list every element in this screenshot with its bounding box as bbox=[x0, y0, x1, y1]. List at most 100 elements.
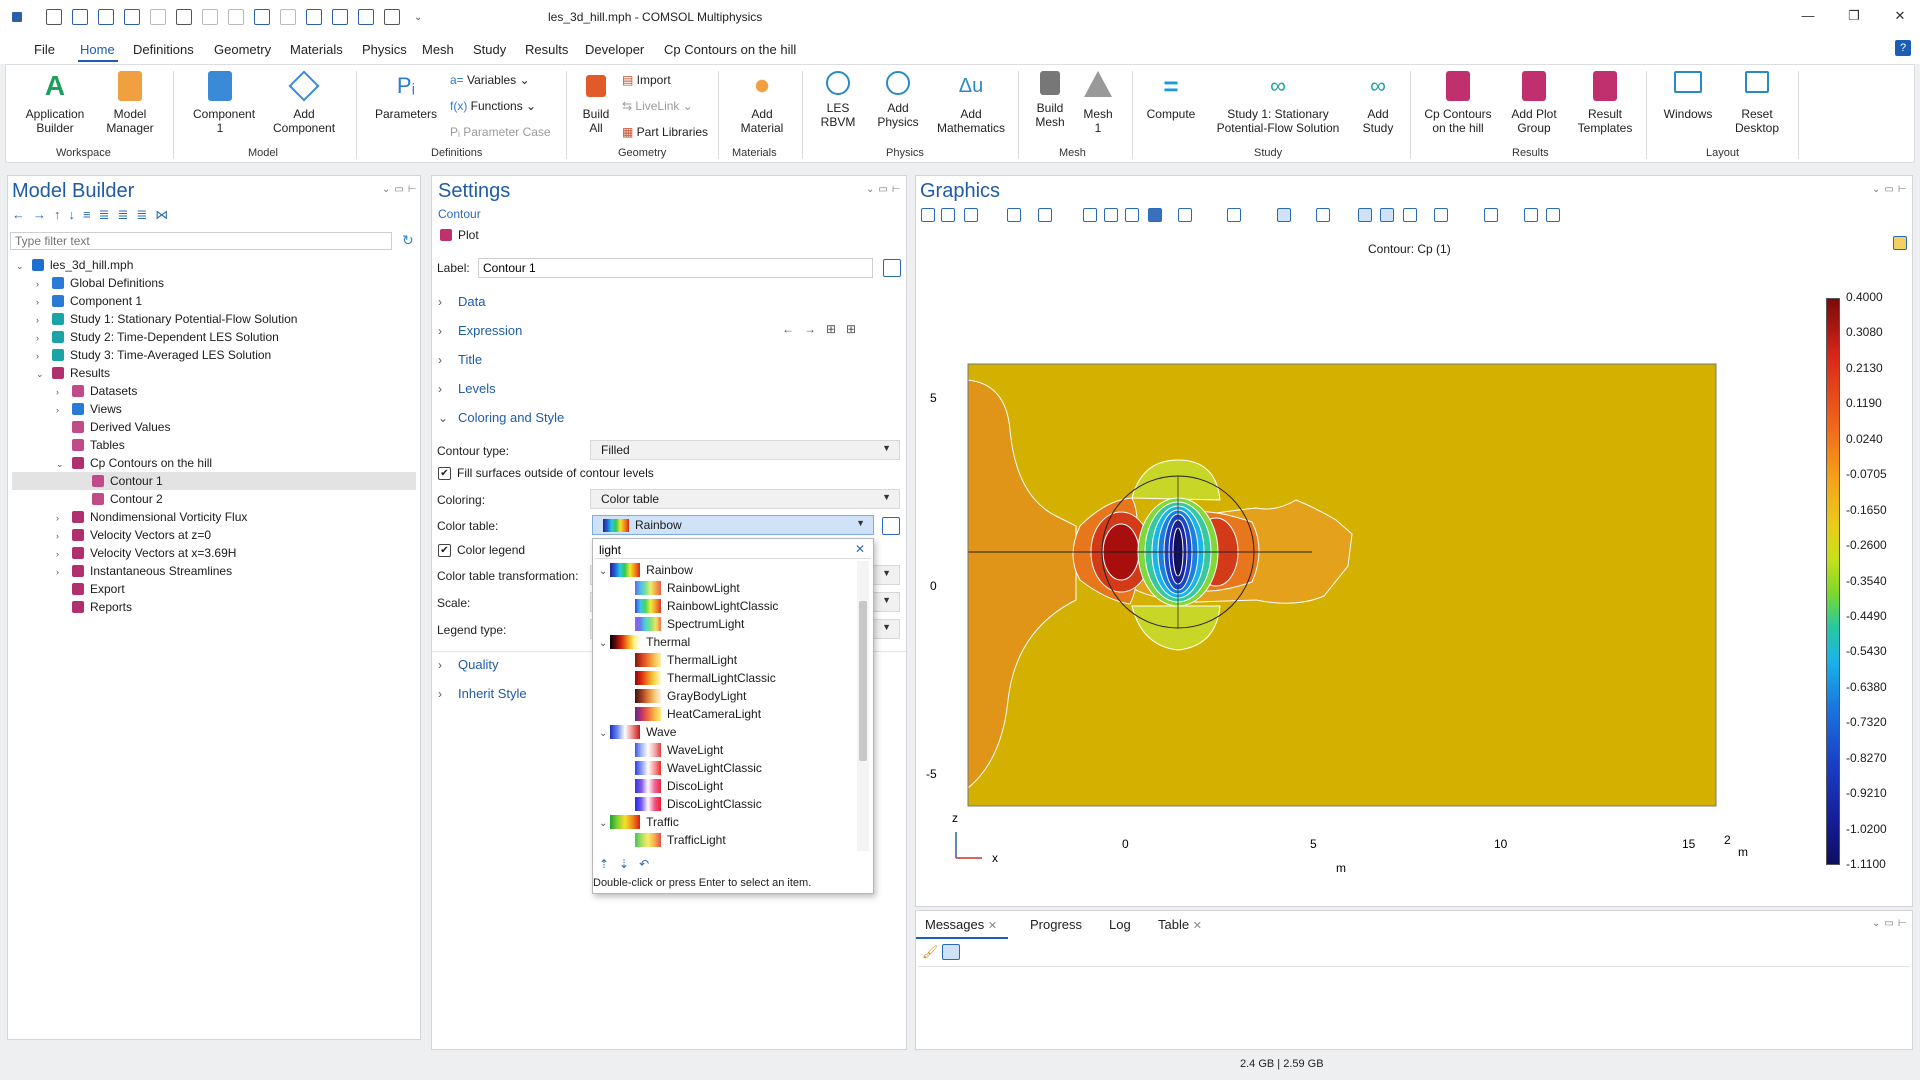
expand-toggle-icon[interactable]: › bbox=[36, 293, 48, 311]
axis-icon[interactable] bbox=[1380, 208, 1394, 222]
parameters-button[interactable]: Pᵢ Parameters bbox=[366, 71, 446, 121]
application-builder-button[interactable]: A Application Builder bbox=[20, 71, 90, 136]
color-table-option[interactable]: RainbowLight bbox=[597, 579, 740, 597]
camera-icon[interactable] bbox=[1524, 208, 1538, 222]
view-zx-icon[interactable] bbox=[1125, 208, 1139, 222]
tree-item[interactable]: Reports bbox=[12, 598, 416, 616]
grid-icon[interactable] bbox=[1358, 208, 1372, 222]
tree-item[interactable]: › Study 2: Time-Dependent LES Solution bbox=[12, 328, 416, 346]
color-legend-checkbox[interactable]: ✔ bbox=[438, 544, 451, 557]
zoom-extents-icon[interactable] bbox=[1007, 208, 1021, 222]
expand-toggle-icon[interactable]: ⌄ bbox=[599, 818, 610, 829]
menu-results[interactable]: Results bbox=[525, 42, 568, 57]
wireframe-icon[interactable] bbox=[1403, 208, 1417, 222]
color-table-option[interactable]: RainbowLightClassic bbox=[597, 597, 778, 615]
close-button[interactable]: ✕ bbox=[1890, 8, 1910, 26]
label-edit-icon[interactable] bbox=[883, 259, 901, 277]
color-table-option[interactable]: DiscoLight bbox=[597, 777, 723, 795]
expand-toggle-icon[interactable]: ⌄ bbox=[36, 365, 48, 383]
build-all-icon[interactable] bbox=[332, 9, 348, 25]
study1-button[interactable]: ∞ Study 1: Stationary Potential-Flow Sol… bbox=[1206, 71, 1350, 135]
render-mode-icon[interactable] bbox=[1316, 208, 1330, 222]
view-xy-icon[interactable] bbox=[1083, 208, 1097, 222]
color-table-search-input[interactable] bbox=[595, 541, 871, 559]
tree-item[interactable]: Export bbox=[12, 580, 416, 598]
expand-toggle-icon[interactable]: › bbox=[56, 563, 68, 581]
clip-icon[interactable] bbox=[1434, 208, 1448, 222]
menu-materials[interactable]: Materials bbox=[290, 42, 343, 57]
tree-item[interactable]: Tables bbox=[12, 436, 416, 454]
compute-icon[interactable] bbox=[358, 9, 374, 25]
expand-toggle-icon[interactable]: › bbox=[56, 545, 68, 563]
expand-toggle-icon[interactable]: › bbox=[56, 527, 68, 545]
add-physics-button[interactable]: Add Physics bbox=[870, 71, 926, 129]
find-icon[interactable] bbox=[384, 9, 400, 25]
rotate-icon[interactable] bbox=[1178, 208, 1192, 222]
mesh1-button[interactable]: Mesh 1 bbox=[1074, 71, 1122, 135]
expand-toggle-icon[interactable]: › bbox=[36, 275, 48, 293]
fill-surfaces-checkbox[interactable]: ✔ bbox=[438, 467, 451, 480]
expand-toggle-icon[interactable]: › bbox=[56, 401, 68, 419]
tree-item[interactable]: ⌄ Cp Contours on the hill bbox=[12, 454, 416, 472]
axis-orientation-icon[interactable] bbox=[1038, 208, 1052, 222]
windows-button[interactable]: Windows bbox=[1656, 71, 1720, 121]
color-table-option[interactable]: SpectrumLight bbox=[597, 615, 744, 633]
tree-item[interactable]: › Component 1 bbox=[12, 292, 416, 310]
scrollbar-thumb[interactable] bbox=[859, 601, 867, 761]
panel-controls[interactable]: ⌄▭⊢ bbox=[382, 184, 421, 195]
tree-item[interactable]: › Study 1: Stationary Potential-Flow Solu… bbox=[12, 310, 416, 328]
light-icon[interactable] bbox=[1277, 208, 1291, 222]
contour-plot[interactable]: 5 0 -5 0 5 10 15 2 m m z x bbox=[916, 260, 1912, 900]
print-icon[interactable] bbox=[1546, 208, 1560, 222]
reset-desktop-button[interactable]: Reset Desktop bbox=[1724, 71, 1790, 135]
import-button[interactable]: ▤ Import bbox=[622, 73, 671, 87]
color-table-group[interactable]: ⌄ Wave bbox=[597, 723, 676, 741]
tree-item[interactable]: › Global Definitions bbox=[12, 274, 416, 292]
add-material-button[interactable]: Add Material bbox=[726, 71, 798, 135]
color-table-option[interactable]: DiscoLightClassic bbox=[597, 795, 762, 813]
view-default-icon[interactable] bbox=[1148, 208, 1162, 222]
build-all-button[interactable]: Build All bbox=[572, 71, 620, 135]
expand-toggle-icon[interactable]: › bbox=[56, 509, 68, 527]
label-input[interactable] bbox=[478, 258, 873, 278]
messages-settings-icon[interactable] bbox=[942, 944, 960, 960]
refresh-icon[interactable]: ↻ bbox=[402, 232, 414, 249]
tree-item[interactable]: Derived Values bbox=[12, 418, 416, 436]
graphics-settings-icon[interactable] bbox=[1893, 236, 1907, 250]
variables-button[interactable]: a= Variables ⌄ bbox=[450, 73, 530, 87]
expand-toggle-icon[interactable]: › bbox=[56, 383, 68, 401]
part-libraries-button[interactable]: ▦ Part Libraries bbox=[622, 125, 708, 139]
tree-item[interactable]: › Velocity Vectors at z=0 bbox=[12, 526, 416, 544]
tree-item[interactable]: › Datasets bbox=[12, 382, 416, 400]
save-as-icon[interactable] bbox=[124, 9, 140, 25]
color-table-option[interactable]: ThermalLightClassic bbox=[597, 669, 776, 687]
menu-physics[interactable]: Physics bbox=[362, 42, 407, 57]
color-table-option[interactable]: TrafficLight bbox=[597, 831, 726, 849]
run-app-icon[interactable] bbox=[150, 9, 166, 25]
menu-geometry[interactable]: Geometry bbox=[214, 42, 271, 57]
parameter-case-button[interactable]: Pᵢ Parameter Case bbox=[450, 125, 551, 139]
messages-panel-controls[interactable]: ⌄▭⊢ bbox=[1872, 918, 1911, 929]
tree-item[interactable]: ⌄ Results bbox=[12, 364, 416, 382]
expand-toggle-icon[interactable]: ⌄ bbox=[599, 638, 610, 649]
tree-item[interactable]: Contour 2 bbox=[12, 490, 416, 508]
menu-developer[interactable]: Developer bbox=[585, 42, 644, 57]
model-builder-toolbar[interactable]: ←→↑↓≡≣≣≣⋈ bbox=[12, 207, 176, 223]
settings-panel-controls[interactable]: ⌄▭⊢ bbox=[866, 184, 905, 195]
build-mesh-button[interactable]: Build Mesh bbox=[1026, 71, 1074, 129]
color-table-option[interactable]: ThermalLight bbox=[597, 651, 737, 669]
section-inherit-style[interactable]: › Inherit Style bbox=[438, 686, 527, 701]
popup-toolbar[interactable]: ⇡⇣↶ bbox=[599, 857, 659, 871]
select-mode-icon[interactable] bbox=[1227, 208, 1241, 222]
expand-toggle-icon[interactable]: ⌄ bbox=[16, 257, 28, 275]
menu-file[interactable]: File bbox=[34, 42, 55, 57]
section-title[interactable]: › Title bbox=[438, 352, 482, 367]
expand-toggle-icon[interactable]: ⌄ bbox=[599, 566, 610, 577]
add-component-button[interactable]: Add Component bbox=[262, 70, 346, 135]
zoom-box-icon[interactable] bbox=[964, 208, 978, 222]
section-quality[interactable]: › Quality bbox=[438, 657, 498, 672]
menu-cp-contours[interactable]: Cp Contours on the hill bbox=[664, 42, 796, 57]
tree-item[interactable]: Contour 1 bbox=[12, 472, 416, 490]
les-rbvm-button[interactable]: LES RBVM bbox=[806, 71, 870, 129]
open-file-icon[interactable] bbox=[72, 9, 88, 25]
